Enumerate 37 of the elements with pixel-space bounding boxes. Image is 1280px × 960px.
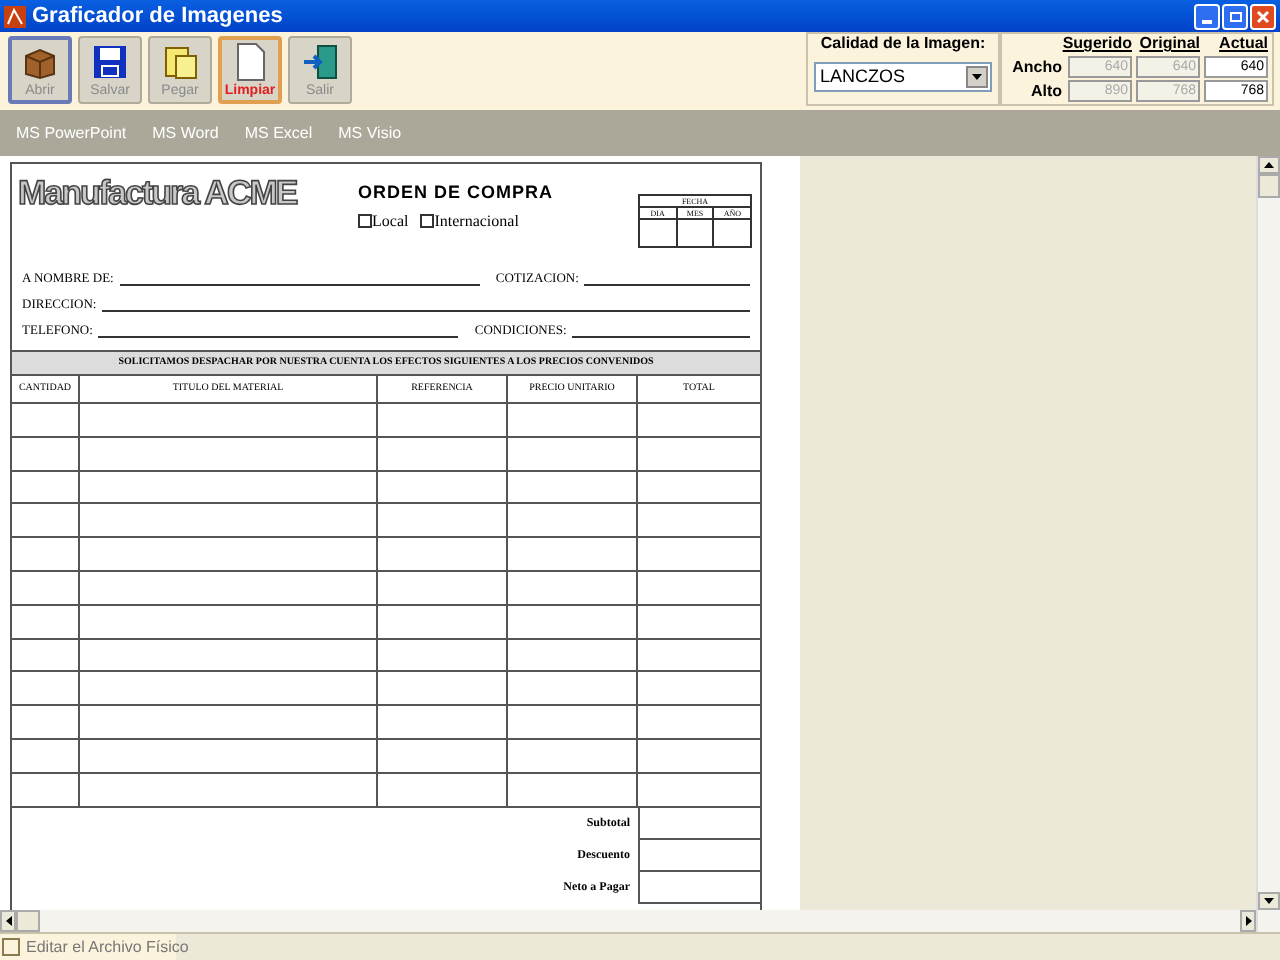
option-label: Internacional <box>434 209 519 233</box>
row-label: Ancho <box>1012 56 1062 78</box>
scroll-thumb[interactable] <box>16 910 40 932</box>
minimize-button[interactable] <box>1194 3 1220 29</box>
column-heading: Original <box>1139 34 1200 54</box>
maximize-button[interactable] <box>1222 3 1248 29</box>
menu-item[interactable]: MS PowerPoint <box>16 121 127 145</box>
column-heading: Sugerido <box>1062 34 1132 54</box>
quality-dropdown[interactable]: LANCZOS <box>814 62 992 92</box>
window-title: Graficador de Imagenes <box>32 1 283 32</box>
option-label: Local <box>372 209 409 233</box>
scroll-right-button[interactable] <box>1240 910 1256 932</box>
form-heading: ORDEN DE COMPRA <box>358 180 554 206</box>
checkbox-label: Editar el Archivo Físico <box>26 935 189 959</box>
scroll-left-button[interactable] <box>0 910 16 932</box>
app-icon <box>4 5 26 27</box>
scroll-down-button[interactable] <box>1258 892 1280 910</box>
checkbox[interactable] <box>2 938 20 956</box>
left-arrow-icon <box>5 916 11 926</box>
close-icon <box>1256 9 1270 23</box>
close-button[interactable] <box>1250 3 1276 29</box>
horizontal-scrollbar[interactable] <box>0 910 1256 932</box>
clipboard-icon <box>160 41 200 81</box>
quality-label: Calidad de la Imagen: <box>818 34 988 54</box>
column-heading: Actual <box>1219 34 1268 54</box>
right-arrow-icon <box>1245 916 1251 926</box>
vertical-scrollbar[interactable] <box>1256 156 1280 932</box>
menu-item[interactable]: MS Excel <box>244 121 313 145</box>
menu-item[interactable]: MS Visio <box>338 121 402 145</box>
up-arrow-icon <box>1264 162 1274 168</box>
logo-text: Manufactura ACME <box>18 172 298 216</box>
row-label: Alto <box>1030 80 1062 102</box>
menu-item[interactable]: MS Word <box>152 121 219 145</box>
exit-door-icon <box>300 41 340 81</box>
scroll-up-button[interactable] <box>1258 156 1280 174</box>
scroll-thumb[interactable] <box>1258 174 1280 198</box>
down-arrow-icon <box>1264 898 1274 904</box>
